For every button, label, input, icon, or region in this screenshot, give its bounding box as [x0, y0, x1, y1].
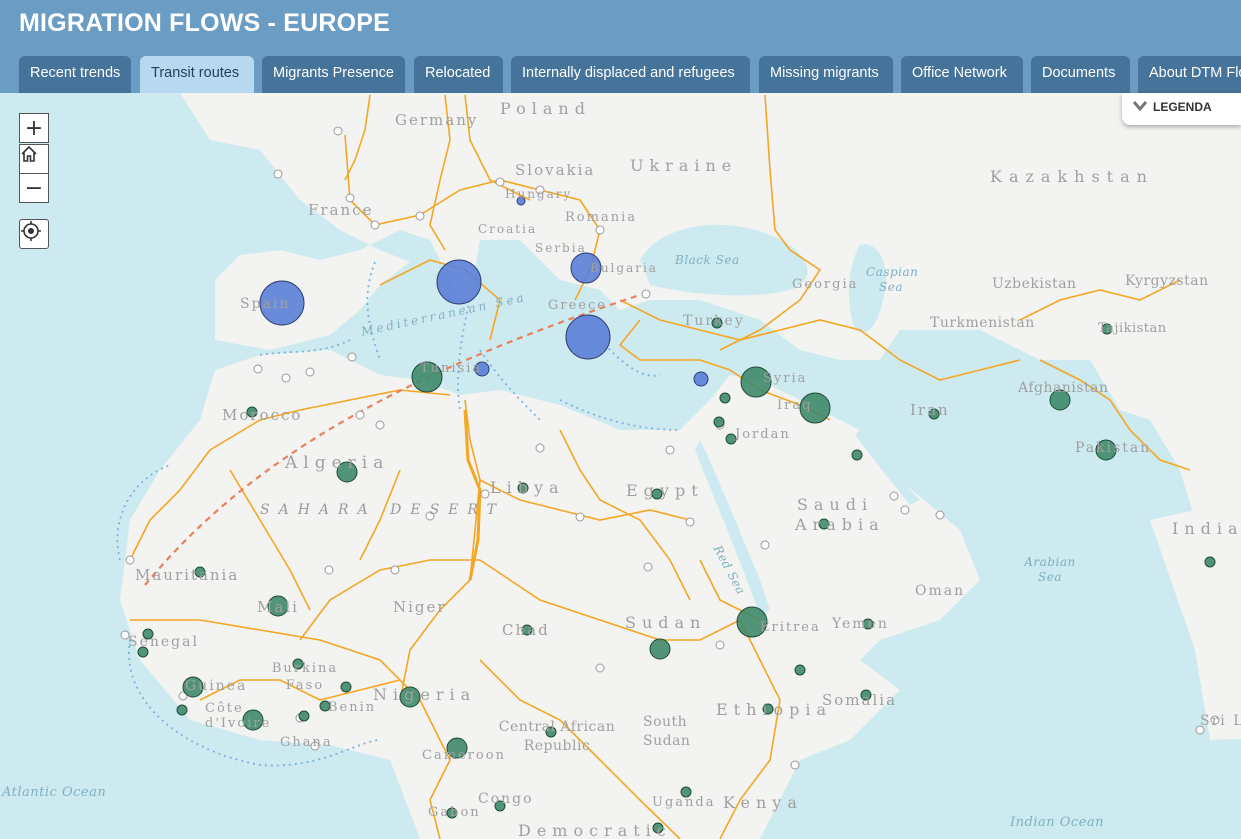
- label-spain: Spain: [240, 296, 291, 312]
- label-turkey: Turkey: [683, 313, 745, 329]
- label-poland: Poland: [500, 99, 591, 118]
- label-pakistan: Pakistan: [1075, 440, 1152, 456]
- label-slovakia: Slovakia: [515, 161, 596, 179]
- app-header: MIGRATION FLOWS - EUROPE Recent trends T…: [0, 0, 1241, 93]
- label-burkina-faso: Burkina Faso: [271, 661, 339, 693]
- label-eritrea: Eritrea: [760, 620, 821, 635]
- zoom-out-button[interactable]: −: [19, 173, 49, 203]
- locate-icon: [21, 221, 41, 241]
- label-iran: Iran: [910, 401, 950, 419]
- label-mali: Mali: [257, 598, 299, 616]
- label-oman: Oman: [915, 583, 966, 599]
- label-greece: Greece: [548, 298, 607, 313]
- label-atlantic-ocean: Atlantic Ocean: [2, 785, 107, 800]
- label-bulgaria: Bulgaria: [590, 261, 658, 275]
- tab-missing-migrants[interactable]: Missing migrants: [759, 56, 893, 93]
- label-somalia: Somalia: [822, 691, 898, 709]
- label-ukraine: Ukraine: [630, 156, 738, 175]
- label-ethiopia: Ethiopia: [716, 700, 833, 719]
- label-algeria: Algeria: [285, 453, 390, 473]
- label-yemen: Yemen: [832, 616, 889, 632]
- label-kyrgyzstan: Kyrgyzstan: [1125, 273, 1209, 289]
- label-gabon: Gabon: [428, 805, 481, 820]
- label-uganda: Uganda: [652, 795, 716, 810]
- label-ghana: Ghana: [280, 735, 333, 750]
- chevron-down-icon: [1133, 101, 1147, 112]
- label-sudan: Sudan: [625, 613, 707, 632]
- label-iraq: Iraq: [777, 398, 813, 413]
- label-croatia: Croatia: [478, 222, 538, 236]
- label-cote-divoire: Côte d'Ivoire: [205, 701, 272, 731]
- label-mauritania: Mauritania: [135, 566, 240, 584]
- map-canvas[interactable]: Poland Germany Slovakia Ukraine Kazakhst…: [0, 93, 1241, 839]
- home-icon: [21, 145, 37, 162]
- label-caspian-sea: Caspian Sea: [866, 265, 919, 294]
- label-sri-lanka: Sri Lanka: [1200, 713, 1241, 729]
- label-nigeria: Nigeria: [373, 685, 477, 704]
- label-kenya: Kenya: [723, 793, 803, 812]
- label-egypt: Egypt: [626, 481, 704, 500]
- label-turkmenistan: Turkmenistan: [930, 315, 1035, 331]
- label-tajikistan: Tajikistan: [1098, 321, 1167, 336]
- label-benin: Benin: [328, 700, 377, 715]
- label-democratic: Democratic: [518, 821, 672, 839]
- legend-label: LEGENDA: [1153, 100, 1212, 114]
- page-title: MIGRATION FLOWS - EUROPE: [19, 9, 390, 37]
- zoom-in-button[interactable]: +: [19, 113, 49, 143]
- tab-office-network[interactable]: Office Network: [901, 56, 1023, 93]
- label-morocco: Morocco: [222, 406, 303, 424]
- home-button[interactable]: [19, 144, 49, 174]
- label-chad: Chad: [502, 621, 550, 639]
- label-hungary: Hungary: [505, 187, 573, 201]
- tab-about-dtm[interactable]: About DTM Flow Monitoring: [1138, 56, 1241, 93]
- label-saudi-arabia: Saudi Arabia: [795, 495, 885, 534]
- label-guinea: Guinea: [185, 678, 248, 694]
- legend-toggle[interactable]: LEGENDA: [1122, 93, 1241, 125]
- label-georgia: Georgia: [792, 277, 859, 292]
- label-senegal: Senegal: [128, 634, 199, 650]
- label-libya: Libya: [490, 478, 565, 497]
- label-niger: Niger: [393, 598, 447, 616]
- label-cameroon: Cameroon: [422, 748, 506, 763]
- label-black-sea: Black Sea: [675, 253, 740, 267]
- label-car: Central African Republic: [498, 719, 616, 754]
- label-jordan: Jordan: [735, 427, 791, 442]
- tab-bar: Recent trends Transit routes Migrants Pr…: [0, 56, 1241, 93]
- label-indian-ocean: Indian Ocean: [1010, 815, 1104, 830]
- label-tunisia: Tunisia: [420, 361, 483, 376]
- label-congo: Congo: [478, 791, 534, 807]
- label-india: India: [1172, 519, 1241, 538]
- tab-documents[interactable]: Documents: [1031, 56, 1130, 93]
- tab-internally-displaced[interactable]: Internally displaced and refugees: [511, 56, 750, 93]
- label-sahara-desert: SAHARA DESERT: [260, 502, 506, 518]
- label-kazakhstan: Kazakhstan: [990, 167, 1154, 186]
- tab-transit-routes[interactable]: Transit routes: [140, 56, 254, 93]
- label-afghanistan: Afghanistan: [1018, 380, 1109, 396]
- label-romania: Romania: [565, 210, 637, 225]
- label-france: France: [308, 201, 374, 219]
- label-arabian-sea: Arabian Sea: [1024, 555, 1076, 584]
- tab-recent-trends[interactable]: Recent trends: [19, 56, 131, 93]
- locate-button[interactable]: [19, 219, 49, 249]
- label-syria: Syria: [763, 371, 808, 386]
- tab-relocated[interactable]: Relocated: [414, 56, 503, 93]
- label-uzbekistan: Uzbekistan: [992, 276, 1077, 292]
- tab-migrants-presence[interactable]: Migrants Presence: [262, 56, 405, 93]
- map-graphic: [0, 93, 1241, 839]
- label-south-sudan: South Sudan: [643, 714, 691, 749]
- label-germany: Germany: [395, 111, 479, 129]
- label-serbia: Serbia: [535, 241, 587, 255]
